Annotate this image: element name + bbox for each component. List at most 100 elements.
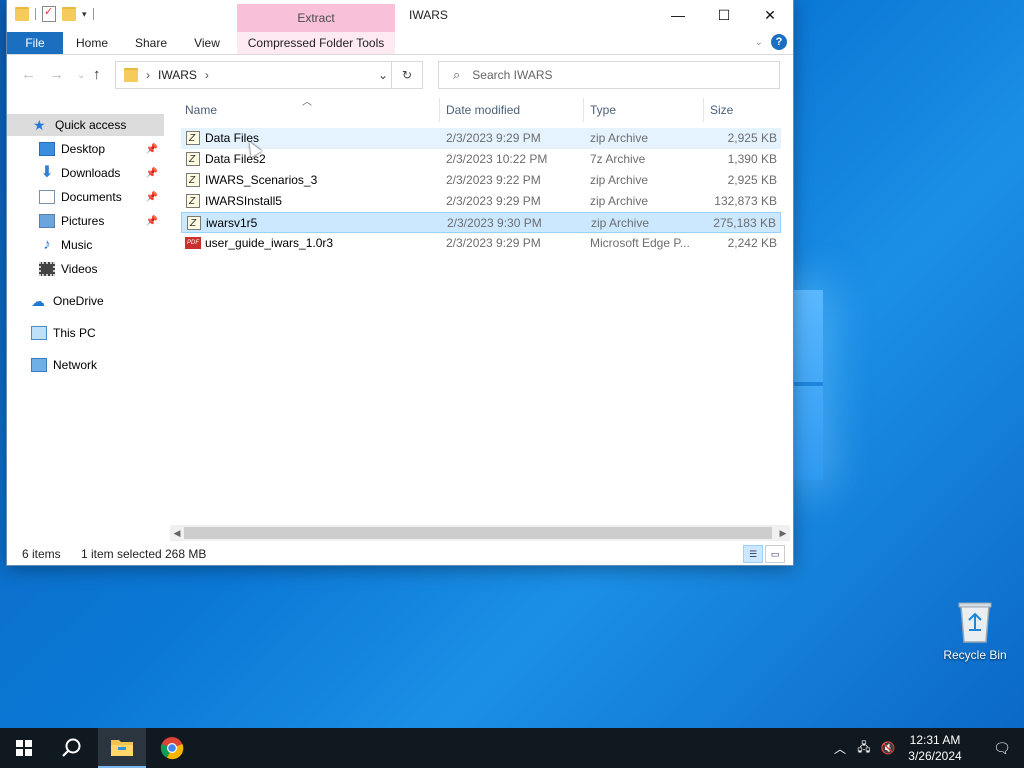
table-row[interactable]: PDF user_guide_iwars_1.0r3 2/3/2023 9:29… (181, 233, 781, 254)
file-date: 2/3/2023 10:22 PM (446, 152, 548, 166)
pin-icon[interactable]: 📌 (146, 216, 158, 227)
tab-view[interactable]: View (185, 32, 229, 54)
pin-icon[interactable]: 📌 (146, 168, 158, 179)
sidebar-item-desktop[interactable]: Desktop 📌 (7, 138, 164, 160)
minimize-button[interactable]: — (655, 0, 701, 30)
sidebar-item-network[interactable]: Network (7, 354, 164, 376)
horizontal-scrollbar[interactable]: ◀ ▶ (170, 525, 790, 541)
column-header-size[interactable]: Size (710, 98, 733, 122)
address-bar[interactable]: › IWARS › ⌄ ↻ (115, 61, 423, 89)
search-icon (62, 738, 81, 757)
breadcrumb-separator: › (204, 68, 209, 82)
expand-ribbon-icon[interactable]: ⌄ (755, 37, 763, 48)
taskbar-chrome[interactable] (148, 728, 196, 768)
new-folder-icon[interactable] (62, 7, 76, 21)
pin-icon[interactable]: 📌 (146, 192, 158, 203)
file-date: 2/3/2023 9:29 PM (446, 131, 541, 145)
file-type: zip Archive (590, 131, 649, 145)
sidebar-item-label: Videos (61, 262, 98, 276)
file-name: IWARS_Scenarios_3 (205, 173, 318, 187)
file-size: 132,873 KB (714, 194, 777, 208)
table-row[interactable]: IWARS_Scenarios_3 2/3/2023 9:22 PM zip A… (181, 170, 781, 191)
table-row[interactable]: Data Files2 2/3/2023 10:22 PM 7z Archive… (181, 149, 781, 170)
properties-icon[interactable] (42, 5, 56, 22)
show-hidden-icons-icon[interactable]: ︿ (828, 740, 852, 757)
breadcrumb-iwars[interactable]: IWARS (158, 68, 197, 82)
file-type: zip Archive (591, 216, 650, 230)
sidebar-item-label: Music (61, 238, 93, 252)
taskbar-file-explorer[interactable] (98, 728, 146, 768)
action-center-icon[interactable]: 🗨 (980, 728, 1024, 768)
tab-share[interactable]: Share (127, 32, 175, 54)
file-date: 2/3/2023 9:22 PM (446, 173, 541, 187)
details-view-icon[interactable]: ☰ (743, 545, 763, 563)
folder-icon[interactable] (15, 7, 29, 21)
file-size: 1,390 KB (727, 152, 777, 166)
customize-toolbar-dropdown[interactable]: ▾ (82, 9, 87, 20)
start-button[interactable] (0, 728, 48, 768)
zip-file-icon (186, 191, 200, 212)
sidebar-item-label: Quick access (55, 118, 127, 132)
zip-file-icon (186, 128, 200, 149)
navigation-row: ← → ⌄ ↑ › IWARS › ⌄ ↻ ⌕ Search IWARS (7, 55, 793, 95)
search-button[interactable] (48, 728, 96, 768)
table-row[interactable]: iwarsv1r5 2/3/2023 9:30 PM zip Archive 2… (181, 212, 781, 234)
volume-muted-icon[interactable]: 🔇 (876, 741, 900, 755)
extract-context-tab[interactable]: Extract (237, 4, 395, 32)
refresh-icon[interactable]: ↻ (391, 62, 422, 88)
scroll-right-icon[interactable]: ▶ (776, 525, 790, 541)
system-tray: ︿ 🖧 🔇 12:31 AM 3/26/2024 🗨 (828, 728, 1024, 768)
tab-file[interactable]: File (7, 32, 63, 54)
clock[interactable]: 12:31 AM 3/26/2024 (900, 732, 970, 764)
sidebar-item-this-pc[interactable]: This PC (7, 322, 164, 344)
sidebar-item-pictures[interactable]: Pictures 📌 (7, 210, 164, 232)
file-date: 2/3/2023 9:29 PM (446, 194, 541, 208)
sidebar-item-label: OneDrive (53, 294, 104, 308)
quick-access-toolbar: ▾ (15, 5, 94, 22)
computer-icon (31, 326, 47, 340)
sidebar-item-music[interactable]: ♪ Music (7, 234, 164, 256)
column-header-type[interactable]: Type (590, 98, 616, 122)
search-box[interactable]: ⌕ Search IWARS (438, 61, 780, 89)
toolbar-separator (35, 8, 36, 20)
desktop-icon (39, 142, 55, 156)
recycle-bin-shortcut[interactable]: Recycle Bin (940, 600, 1010, 662)
file-explorer-icon (111, 740, 133, 756)
address-dropdown-icon[interactable]: ⌄ (378, 68, 388, 82)
forward-arrow-icon[interactable]: → (49, 66, 64, 83)
tab-compressed-folder-tools[interactable]: Compressed Folder Tools (237, 32, 395, 54)
up-arrow-icon[interactable]: ↑ (93, 66, 101, 83)
sidebar-item-videos[interactable]: Videos (7, 258, 164, 280)
ribbon-tabs: File Home Share View Compressed Folder T… (7, 32, 793, 55)
table-row[interactable]: Data Files 2/3/2023 9:29 PM zip Archive … (181, 128, 781, 149)
maximize-button[interactable]: ☐ (701, 0, 747, 30)
network-status-icon[interactable]: 🖧 (852, 738, 876, 759)
ribbon-controls: ⌄ ? (755, 34, 787, 50)
sidebar-item-label: Desktop (61, 142, 106, 156)
column-header-date[interactable]: Date modified (446, 98, 520, 122)
windows-logo-icon (16, 740, 32, 756)
sidebar-item-quick-access[interactable]: ★ Quick access (7, 114, 164, 136)
tab-home[interactable]: Home (69, 32, 115, 54)
column-divider[interactable] (583, 98, 584, 122)
search-input[interactable]: Search IWARS (472, 68, 552, 82)
large-icons-view-icon[interactable]: ▭ (765, 545, 785, 563)
table-row[interactable]: IWARSInstall5 2/3/2023 9:29 PM zip Archi… (181, 191, 781, 212)
sidebar-item-downloads[interactable]: ⬇ Downloads 📌 (7, 162, 164, 184)
column-divider[interactable] (439, 98, 440, 122)
close-button[interactable]: ✕ (747, 0, 793, 30)
sidebar-item-onedrive[interactable]: ☁ OneDrive (7, 290, 164, 312)
zip-file-icon (187, 213, 201, 234)
back-arrow-icon[interactable]: ← (21, 66, 36, 83)
column-divider[interactable] (703, 98, 704, 122)
column-header-name[interactable]: Name (185, 98, 217, 122)
sidebar-item-documents[interactable]: Documents 📌 (7, 186, 164, 208)
videos-icon (39, 262, 55, 276)
recent-locations-icon[interactable]: ⌄ (77, 70, 85, 81)
clock-time: 12:31 AM (909, 733, 961, 747)
taskbar: ︿ 🖧 🔇 12:31 AM 3/26/2024 🗨 (0, 728, 1024, 768)
help-icon[interactable]: ? (771, 34, 787, 50)
scroll-left-icon[interactable]: ◀ (170, 525, 184, 541)
scrollbar-thumb[interactable] (184, 527, 772, 539)
pin-icon[interactable]: 📌 (146, 144, 158, 155)
